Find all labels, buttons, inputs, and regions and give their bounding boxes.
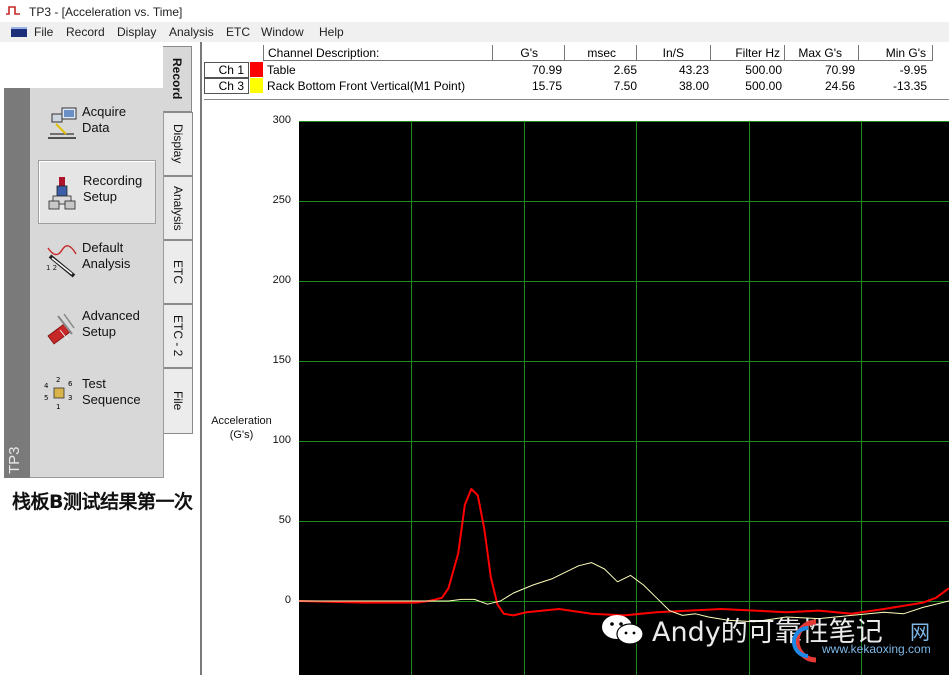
result-caption: 栈板B测试结果第一次 [12,491,193,513]
acquire-data-button[interactable]: Acquire Data [38,92,156,156]
menu-record[interactable]: Record [66,25,105,39]
tab-file-label: File [171,391,185,411]
menu-bar: File Record Display Analysis ETC Window … [0,22,949,42]
recording-setup-icon [48,177,76,210]
header-ins: In/S [637,45,711,61]
tab-analysis-label: Analysis [171,185,185,231]
left-panel: TP3 Acquire Data Recording Setup 1 2 Def… [0,42,202,675]
window-title: TP3 - [Acceleration vs. Time] [29,5,183,19]
wechat-logo-icon [602,615,644,645]
tp3-strip [4,88,30,478]
y-tick-label: 0 [284,594,291,606]
channel-1-description: Table [267,63,296,77]
channel-3-label[interactable]: Ch 3 [204,78,249,94]
y-tick-label: 200 [272,274,291,286]
channel-3-g: 15.75 [531,79,562,93]
channel-3-description: Rack Bottom Front Vertical(M1 Point) [267,79,466,93]
header-msec: msec [565,45,637,61]
app-logo-icon [6,6,20,15]
tab-etc-2-label: ETC - 2 [171,315,185,357]
y-axis-title-line-1: Acceleration [211,415,272,427]
tab-analysis[interactable]: Analysis [164,176,193,240]
tab-record[interactable]: Record [163,46,192,112]
svg-text:4: 4 [44,382,49,390]
svg-text:5: 5 [44,394,48,402]
channel-3-msec: 7.50 [613,79,637,93]
tab-etc-2[interactable]: ETC - 2 [164,304,193,368]
table-bottom-divider [204,99,949,100]
title-bar: TP3 - [Acceleration vs. Time] [0,0,949,22]
menu-file[interactable]: File [34,25,53,39]
y-tick-label: 150 [272,354,291,366]
svg-text:1 2: 1 2 [46,264,57,272]
header-g: G's [493,45,565,61]
channel-3-min: -13.35 [892,79,927,93]
svg-text:1: 1 [56,403,60,411]
menu-display[interactable]: Display [117,25,156,39]
acquire-data-label: Acquire Data [82,104,127,135]
channel-1-max: 70.99 [824,63,855,77]
menu-analysis[interactable]: Analysis [169,25,214,39]
tp3-strip-label: TP3 [6,446,23,474]
channel-1-label[interactable]: Ch 1 [204,62,249,78]
menu-etc[interactable]: ETC [226,25,250,39]
svg-text:3: 3 [68,394,72,402]
default-analysis-label: Default Analysis [82,240,131,271]
channel-table: Channel Description: G's msec In/S Filte… [204,44,949,104]
y-tick-label: 100 [272,434,291,446]
plot-background [299,121,949,675]
watermark: Andy的可靠性笔记 网 www.kekaoxing.com [600,608,949,675]
test-sequence-label: Test Sequence [82,376,141,407]
channel-1-filter: 500.00 [745,63,782,77]
channel-3-max: 24.56 [824,79,855,93]
test-sequence-icon: 4 2 6 5 3 1 [44,376,73,411]
y-tick-label: 300 [272,114,291,126]
watermark-url: www.kekaoxing.com [822,642,931,656]
recording-setup-button[interactable]: Recording Setup [38,160,156,224]
channel-1-msec: 2.65 [613,63,637,77]
header-channel-description: Channel Description: [263,45,493,61]
svg-text:6: 6 [68,380,73,388]
command-button-area: Acquire Data Recording Setup 1 2 Default… [30,88,164,478]
watermark-logo-icon [792,619,817,663]
tab-etc[interactable]: ETC [164,240,193,304]
header-min-g: Min G's [859,45,933,61]
test-sequence-button[interactable]: 4 2 6 5 3 1 Test Sequence [38,364,156,428]
menu-window[interactable]: Window [261,25,304,39]
y-tick-label: 250 [272,194,291,206]
channel-1-min: -9.95 [899,63,927,77]
svg-text:2: 2 [56,376,60,384]
tab-record-label: Record [170,58,184,100]
tab-etc-label: ETC [171,260,185,284]
tab-display-label: Display [171,124,185,164]
tab-display[interactable]: Display [164,112,193,176]
channel-1-g: 70.99 [531,63,562,77]
channel-1-ins: 43.23 [678,63,709,77]
y-tick-label: 50 [278,514,291,526]
advanced-setup-button[interactable]: Advanced Setup [38,296,156,360]
channel-3-ins: 38.00 [678,79,709,93]
advanced-setup-icon [47,313,75,345]
channel-1-color-swatch[interactable] [250,62,263,77]
channel-3-color-swatch[interactable] [250,78,263,93]
document-icon[interactable] [11,27,27,37]
header-filter-hz: Filter Hz [711,45,785,61]
recording-setup-label: Recording Setup [83,173,143,204]
acquire-data-icon [48,107,77,139]
menu-help[interactable]: Help [319,25,344,39]
default-analysis-icon: 1 2 [46,245,77,278]
watermark-net: 网 [910,622,930,644]
default-analysis-button[interactable]: 1 2 Default Analysis [38,228,156,292]
tab-file[interactable]: File [164,368,193,434]
advanced-setup-label: Advanced Setup [82,308,140,339]
acceleration-chart[interactable] [299,121,949,675]
channel-3-filter: 500.00 [745,79,782,93]
header-max-g: Max G's [785,45,859,61]
